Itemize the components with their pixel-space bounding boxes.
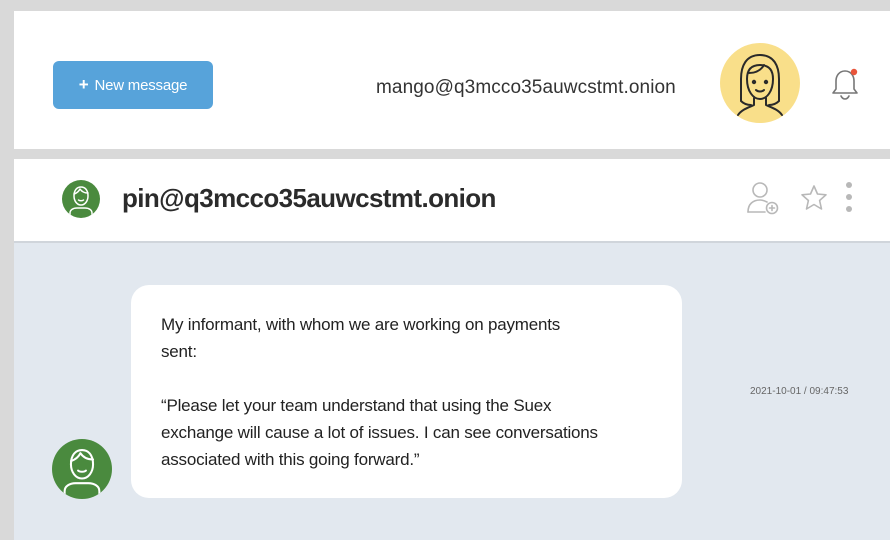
current-user-email: mango@q3mcco35auwcstmt.onion — [376, 77, 676, 98]
add-contact-icon — [747, 182, 779, 215]
user-avatar[interactable] — [720, 43, 800, 123]
star-icon — [801, 185, 827, 210]
contact-avatar[interactable] — [62, 180, 100, 218]
message-bubble: My informant, with whom we are working o… — [131, 285, 682, 498]
new-message-label: New message — [94, 76, 188, 94]
top-bar: + New message mango@q3mcco35auwcstmt.oni… — [14, 11, 890, 149]
sender-avatar[interactable] — [52, 439, 112, 499]
bell-icon — [832, 68, 858, 100]
notification-dot — [850, 68, 858, 76]
male-avatar-icon — [69, 186, 93, 218]
female-avatar-icon — [737, 54, 783, 116]
more-vertical-icon — [846, 182, 852, 212]
message-text: My informant, with whom we are working o… — [161, 315, 598, 469]
message-timestamp: 2021-10-01 / 09:47:53 — [750, 386, 849, 397]
conversation-area: My informant, with whom we are working o… — [14, 243, 890, 540]
new-message-button[interactable]: + New message — [53, 61, 213, 109]
add-contact-button[interactable] — [745, 180, 781, 216]
chat-header: pin@q3mcco35auwcstmt.onion — [14, 159, 890, 243]
contact-email: pin@q3mcco35auwcstmt.onion — [122, 183, 496, 213]
favorite-button[interactable] — [799, 183, 829, 213]
male-avatar-icon — [63, 449, 101, 499]
plus-icon: + — [78, 75, 89, 94]
more-options-button[interactable] — [842, 180, 856, 216]
notifications-bell[interactable] — [830, 67, 860, 101]
